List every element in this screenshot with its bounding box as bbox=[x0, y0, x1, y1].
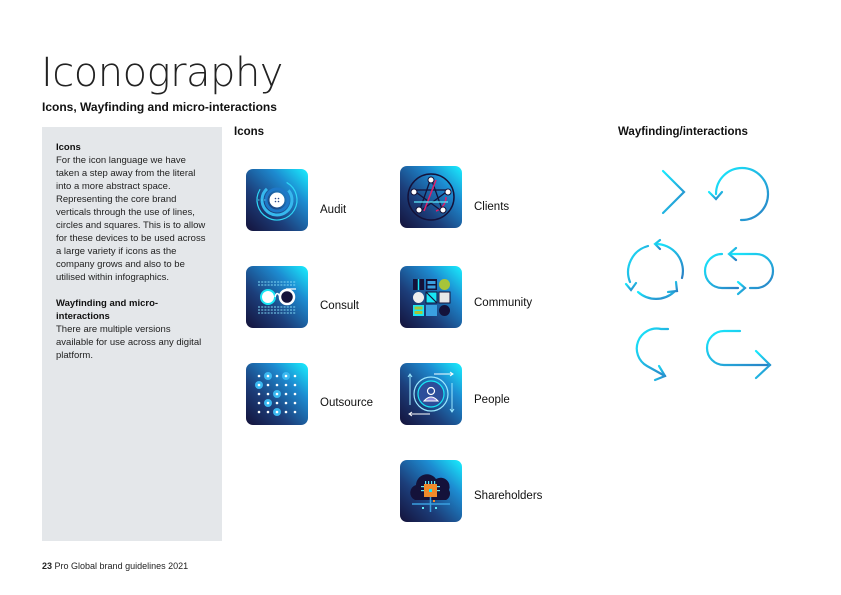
page-number: 23 bbox=[42, 561, 53, 571]
loop-exchange-icon bbox=[703, 246, 776, 298]
shareholders-label: Shareholders bbox=[474, 490, 543, 502]
refresh-circle-icon bbox=[705, 165, 770, 223]
community-icon bbox=[400, 266, 462, 328]
people-icon bbox=[400, 363, 462, 425]
community-label: Community bbox=[474, 297, 533, 309]
page-footer: 23 Pro Global brand guidelines 2021 bbox=[42, 561, 188, 571]
sidebar-body-wayfinding: There are multiple versions available fo… bbox=[56, 324, 202, 361]
audit-icon bbox=[246, 169, 308, 231]
outsource-icon bbox=[246, 363, 308, 425]
sidebar-body-icons: For the icon language we have taken a st… bbox=[56, 155, 206, 283]
page-subtitle: Icons, Wayfinding and micro-interactions bbox=[42, 100, 277, 114]
icons-section-label: Icons bbox=[234, 126, 265, 138]
curved-return-arrow-icon bbox=[633, 326, 673, 384]
sidebar-heading-icons: Icons bbox=[56, 142, 81, 153]
consult-label: Consult bbox=[320, 300, 359, 312]
audit-label: Audit bbox=[320, 204, 347, 216]
outsource-label: Outsource bbox=[320, 397, 374, 409]
footer-text: Pro Global brand guidelines 2021 bbox=[54, 561, 189, 571]
page-title: Iconography bbox=[41, 50, 283, 96]
consult-icon bbox=[246, 266, 308, 328]
sidebar-info-panel: Icons For the icon language we have take… bbox=[42, 127, 222, 541]
people-label: People bbox=[474, 394, 510, 406]
clients-icon bbox=[400, 166, 462, 228]
shareholders-icon bbox=[400, 460, 462, 522]
sidebar-heading-wayfinding: Wayfinding and micro-interactions bbox=[56, 298, 159, 322]
cycle-three-arrows-icon bbox=[624, 238, 688, 302]
arrow-right-icon bbox=[623, 168, 687, 216]
u-turn-arrow-icon bbox=[704, 328, 774, 380]
clients-label: Clients bbox=[474, 201, 510, 213]
wayfinding-section-label: Wayfinding/interactions bbox=[618, 126, 748, 138]
